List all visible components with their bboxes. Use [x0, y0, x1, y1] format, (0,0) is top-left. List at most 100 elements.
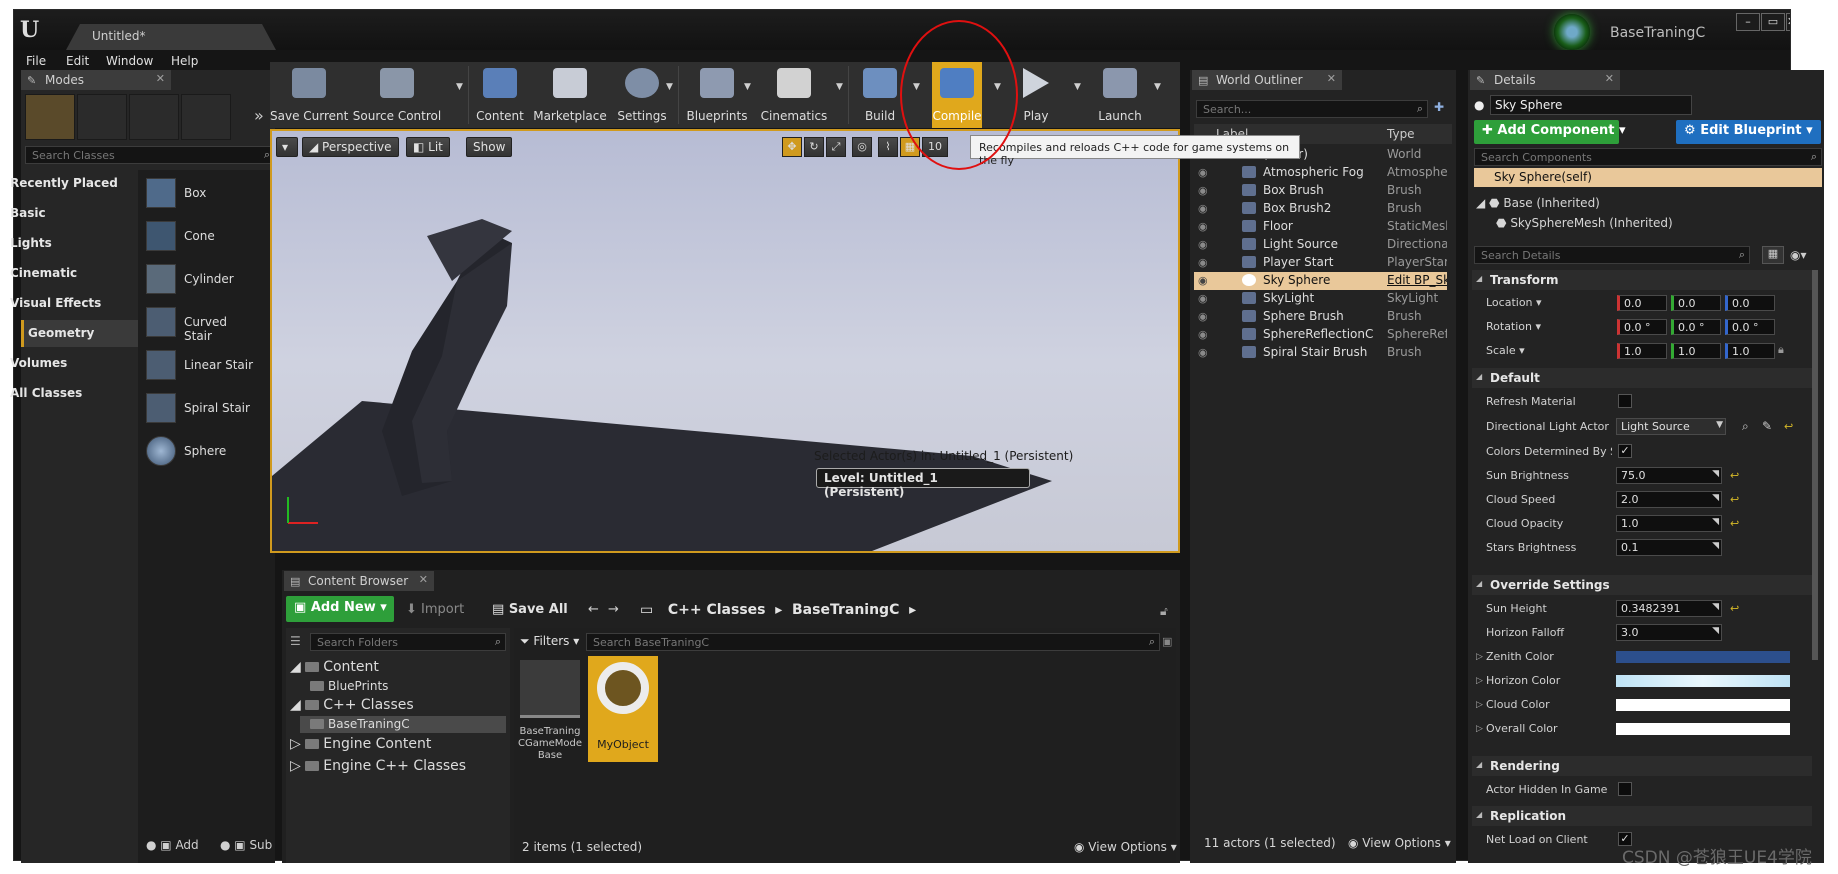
- category-basic[interactable]: Basic: [10, 206, 122, 220]
- horizon-falloff-field[interactable]: 3.0 ◥: [1616, 624, 1722, 641]
- asset-gamemode[interactable]: BaseTraning CGameMode Base: [518, 658, 582, 762]
- view-options-button[interactable]: ◉ View Options ▾: [1074, 840, 1177, 854]
- search-classes-input[interactable]: Search Classes ⌕: [25, 146, 275, 164]
- document-tab[interactable]: Untitled*: [66, 24, 276, 50]
- history-icon[interactable]: ▣: [1162, 635, 1172, 648]
- tree-item-engine-content[interactable]: ▷ Engine Content: [290, 736, 431, 752]
- section-override-settings[interactable]: Override Settings: [1472, 575, 1812, 595]
- menu-help[interactable]: Help: [171, 54, 198, 68]
- refresh-material-checkbox[interactable]: [1618, 394, 1632, 408]
- eye-icon[interactable]: ◉: [1198, 184, 1208, 197]
- eye-icon[interactable]: ◉: [1198, 328, 1208, 341]
- reset-icon[interactable]: ↩: [1730, 517, 1739, 530]
- close-icon[interactable]: ✕: [1605, 72, 1614, 85]
- scale-y-field[interactable]: 1.0: [1671, 343, 1721, 359]
- close-icon[interactable]: ✕: [1327, 72, 1336, 85]
- eye-icon[interactable]: ◉: [1198, 310, 1208, 323]
- rotation-z-field[interactable]: 0.0 °: [1725, 319, 1775, 335]
- tab-content-browser[interactable]: ▤ Content Browser ✕: [284, 571, 434, 591]
- scale-x-field[interactable]: 1.0: [1617, 343, 1667, 359]
- overall-color-swatch[interactable]: [1616, 723, 1790, 735]
- tree-item-engine-cpp[interactable]: ▷ Engine C++ Classes: [290, 758, 466, 774]
- tree-item-basetraningc[interactable]: BaseTraningC: [310, 717, 410, 731]
- location-label[interactable]: Location ▾: [1486, 296, 1612, 309]
- add-component-button[interactable]: ✚ Add Component ▾: [1474, 120, 1625, 144]
- brush-sub-option[interactable]: ● ▣ Sub: [220, 838, 272, 852]
- stars-brightness-field[interactable]: 0.1 ◥: [1616, 539, 1722, 556]
- horizon-color-swatch[interactable]: [1616, 675, 1790, 687]
- category-visual-effects[interactable]: Visual Effects: [10, 296, 122, 310]
- section-rendering[interactable]: Rendering: [1472, 756, 1812, 776]
- eye-icon[interactable]: ◉: [1198, 238, 1208, 251]
- eye-icon[interactable]: ◉: [1198, 256, 1208, 269]
- table-row[interactable]: ◉ SphereReflectionCaptu SphereReflec: [1194, 326, 1447, 344]
- eye-icon[interactable]: ◉: [1198, 202, 1208, 215]
- category-volumes[interactable]: Volumes: [10, 356, 122, 370]
- table-row[interactable]: ◉ Atmospheric Fog Atmospheric: [1194, 164, 1447, 182]
- table-row[interactable]: ◉ Box Brush Brush: [1194, 182, 1447, 200]
- search-details-input[interactable]: Search Details ⌕: [1474, 246, 1750, 264]
- row-type[interactable]: Edit BP_Sky: [1387, 273, 1447, 287]
- geometry-item-spiral-stair[interactable]: Spiral Stair: [146, 393, 256, 423]
- foliage-mode-icon[interactable]: [181, 94, 231, 140]
- save-current-button[interactable]: Save Current: [270, 62, 348, 128]
- reset-icon[interactable]: ↩: [1730, 493, 1739, 506]
- rotation-label[interactable]: Rotation ▾: [1486, 320, 1612, 333]
- place-mode-icon[interactable]: [25, 94, 75, 140]
- browse-search-icon[interactable]: ⌕: [1742, 419, 1749, 434]
- cloud-speed-field[interactable]: 2.0 ◥: [1616, 491, 1722, 508]
- scale-z-field[interactable]: 1.0: [1725, 343, 1775, 359]
- save-all-button[interactable]: ▤ Save All: [492, 602, 568, 626]
- location-x-field[interactable]: 0.0: [1617, 295, 1667, 311]
- rotation-y-field[interactable]: 0.0 °: [1671, 319, 1721, 335]
- directional-light-dropdown[interactable]: Light Source ▼: [1616, 418, 1726, 435]
- expand-icon[interactable]: ▷: [1476, 724, 1483, 734]
- chevron-down-icon[interactable]: ▼: [1074, 82, 1081, 92]
- section-default[interactable]: Default: [1472, 368, 1812, 388]
- table-row[interactable]: ◉ Sphere Brush Brush: [1194, 308, 1447, 326]
- chevron-down-icon[interactable]: ▼: [744, 82, 751, 92]
- close-icon[interactable]: ✕: [419, 573, 428, 586]
- cloud-opacity-field[interactable]: 1.0 ◥: [1616, 515, 1722, 532]
- rotation-x-field[interactable]: 0.0 °: [1617, 319, 1667, 335]
- close-window-button[interactable]: ✕: [1786, 13, 1790, 31]
- details-scrollbar[interactable]: [1812, 270, 1818, 660]
- geometry-item-linear-stair[interactable]: Linear Stair: [146, 350, 256, 380]
- paint-mode-icon[interactable]: [77, 94, 127, 140]
- brush-add-option[interactable]: ● ▣ Add: [146, 838, 199, 852]
- import-button[interactable]: ⬇ Import: [406, 602, 464, 626]
- forward-arrow-icon[interactable]: →: [608, 602, 619, 617]
- geometry-item-curved-stair[interactable]: Curved Stair: [146, 307, 256, 343]
- column-type[interactable]: Type: [1387, 127, 1415, 141]
- scale-label[interactable]: Scale ▾: [1486, 344, 1612, 357]
- cinematics-button[interactable]: Cinematics: [754, 62, 834, 128]
- actor-hidden-checkbox[interactable]: [1618, 782, 1632, 796]
- lock-icon[interactable]: 🔒︎: [1778, 343, 1784, 357]
- settings-button[interactable]: Settings: [610, 62, 674, 128]
- colors-determined-checkbox[interactable]: ✓: [1618, 444, 1632, 458]
- property-matrix-icon[interactable]: ▦: [1762, 246, 1784, 264]
- expand-icon[interactable]: ▷: [1476, 652, 1483, 662]
- chevron-down-icon[interactable]: ▼: [1154, 82, 1161, 92]
- tree-toggle-icon[interactable]: ☰: [290, 634, 301, 648]
- location-y-field[interactable]: 0.0: [1671, 295, 1721, 311]
- section-replication[interactable]: Replication: [1472, 806, 1812, 826]
- filters-button[interactable]: ⏷ Filters ▾: [520, 634, 579, 649]
- menu-edit[interactable]: Edit: [66, 54, 89, 68]
- source-control-button[interactable]: Source Control: [350, 62, 444, 128]
- search-components-input[interactable]: Search Components ⌕: [1474, 148, 1822, 166]
- back-arrow-icon[interactable]: ←: [588, 602, 599, 617]
- sun-height-field[interactable]: 0.3482391 ◥: [1616, 600, 1722, 617]
- reset-icon[interactable]: ↩: [1784, 420, 1793, 433]
- menu-window[interactable]: Window: [106, 54, 153, 68]
- component-base-row[interactable]: ◢ ⬣ Base (Inherited): [1476, 196, 1600, 210]
- outliner-view-options-button[interactable]: ◉ View Options ▾: [1348, 836, 1451, 850]
- table-row[interactable]: ◉ Floor StaticMeshA: [1194, 218, 1447, 236]
- category-lights[interactable]: Lights: [10, 236, 122, 250]
- search-folders-input[interactable]: Search Folders ⌕: [310, 633, 506, 651]
- asset-myobject[interactable]: MyObject: [588, 656, 658, 762]
- tab-details[interactable]: ✎ Details ✕: [1470, 70, 1620, 90]
- menu-file[interactable]: File: [26, 54, 46, 68]
- eye-icon[interactable]: ◉: [1198, 274, 1208, 287]
- edit-blueprint-button[interactable]: ⚙ Edit Blueprint ▾: [1676, 120, 1821, 144]
